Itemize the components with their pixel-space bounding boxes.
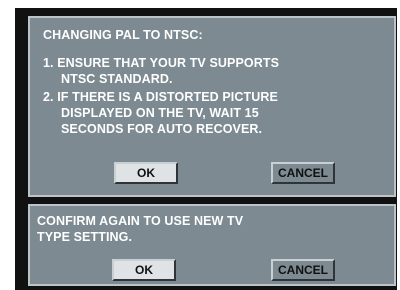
confirm-message-line: CONFIRM AGAIN TO USE NEW TV bbox=[37, 214, 244, 228]
pal-to-ntsc-dialog: CHANGING PAL TO NTSC: 1. ENSURE THAT YOU… bbox=[28, 16, 396, 197]
instruction-line: SECONDS FOR AUTO RECOVER. bbox=[61, 122, 263, 136]
instruction-line: 2. IF THERE IS A DISTORTED PICTURE bbox=[43, 90, 278, 104]
confirm-cancel-button[interactable]: CANCEL bbox=[271, 259, 335, 281]
dialog-title: CHANGING PAL TO NTSC: bbox=[43, 28, 203, 42]
ok-button[interactable]: OK bbox=[114, 162, 178, 184]
instruction-line: NTSC STANDARD. bbox=[61, 72, 173, 86]
confirm-message-line: TYPE SETTING. bbox=[37, 230, 133, 244]
confirm-tv-type-dialog: CONFIRM AGAIN TO USE NEW TV TYPE SETTING… bbox=[28, 204, 396, 286]
confirm-ok-button[interactable]: OK bbox=[112, 259, 176, 281]
instruction-line: 1. ENSURE THAT YOUR TV SUPPORTS bbox=[43, 56, 280, 70]
cancel-button[interactable]: CANCEL bbox=[271, 162, 335, 184]
instruction-line: DISPLAYED ON THE TV, WAIT 15 bbox=[61, 106, 259, 120]
